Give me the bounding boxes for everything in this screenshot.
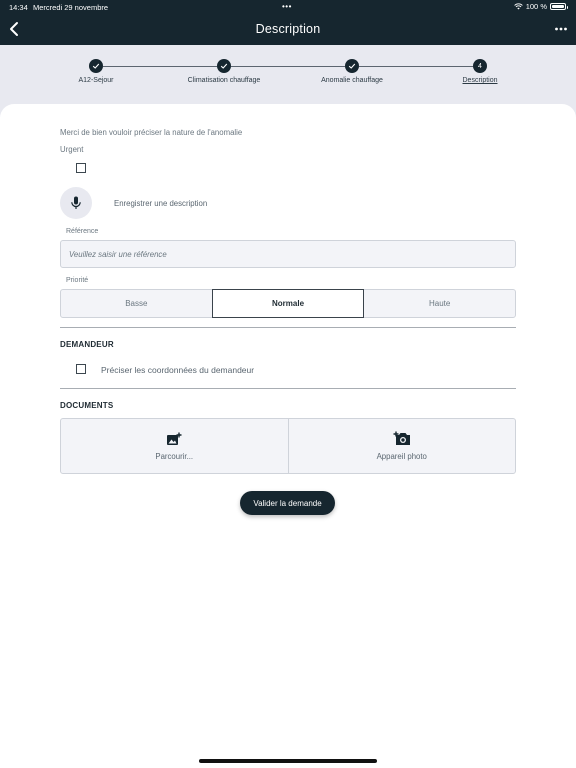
priority-basse[interactable]: Basse [61,290,212,317]
documents-section-title: DOCUMENTS [60,401,114,410]
check-icon [220,63,228,69]
record-description-button[interactable] [60,187,92,219]
documents-picker: Parcourir... Appareil photo [60,418,516,474]
status-time: 14:34 [9,3,28,12]
step-label-3: Anomalie chauffage [321,77,383,84]
urgent-checkbox[interactable] [76,163,86,173]
requester-section-title: DEMANDEUR [60,340,114,349]
home-indicator[interactable] [199,759,377,763]
divider [60,388,516,389]
intro-text: Merci de bien vouloir préciser la nature… [60,128,243,137]
add-photo-icon [167,432,182,445]
camera-label: Appareil photo [376,452,427,461]
browse-label: Parcourir... [155,451,194,461]
requester-checkbox-label[interactable]: Préciser les coordonnées du demandeur [101,365,254,375]
check-icon [92,63,100,69]
add-camera-icon [393,431,410,445]
status-right: 100 % [514,2,568,11]
urgent-label: Urgent [60,145,84,154]
status-bar: 14:34 Mercredi 29 novembre ••• 100 % [0,0,576,14]
step-2-done[interactable] [217,59,231,73]
submit-request-button[interactable]: Valider la demande [240,491,335,515]
wifi-icon [514,3,523,10]
priority-segmented-control: Basse Normale Haute [60,289,516,318]
reference-label: Référence [66,228,99,235]
microphone-icon [71,196,81,209]
record-description-label[interactable]: Enregistrer une description [114,199,207,208]
requester-checkbox[interactable] [76,364,86,374]
step-label-1: A12-Sejour [78,77,114,84]
battery-percentage: 100 % [525,2,547,11]
top-bar: 14:34 Mercredi 29 novembre ••• 100 % Des… [0,0,576,45]
step-label-4: Description [462,77,498,84]
step-connector [103,66,217,67]
divider [60,327,516,328]
page-title: Description [255,22,321,36]
priority-normale[interactable]: Normale [211,289,365,318]
camera-button[interactable]: Appareil photo [287,419,516,473]
step-connector [359,66,473,67]
priority-haute[interactable]: Haute [364,290,515,317]
multitasking-dots[interactable]: ••• [282,2,292,11]
step-3-done[interactable] [345,59,359,73]
reference-input[interactable] [60,240,516,268]
browse-button[interactable]: Parcourir... [61,419,288,473]
priority-label: Priorité [66,277,89,284]
step-label-2: Climatisation chauffage [187,77,261,84]
step-1-done[interactable] [89,59,103,73]
step-connector [231,66,345,67]
check-icon [348,63,356,69]
step-4-current[interactable]: 4 [473,59,487,73]
battery-icon [550,3,568,10]
status-date: Mercredi 29 novembre [33,3,109,12]
more-options-icon[interactable] [554,22,568,36]
